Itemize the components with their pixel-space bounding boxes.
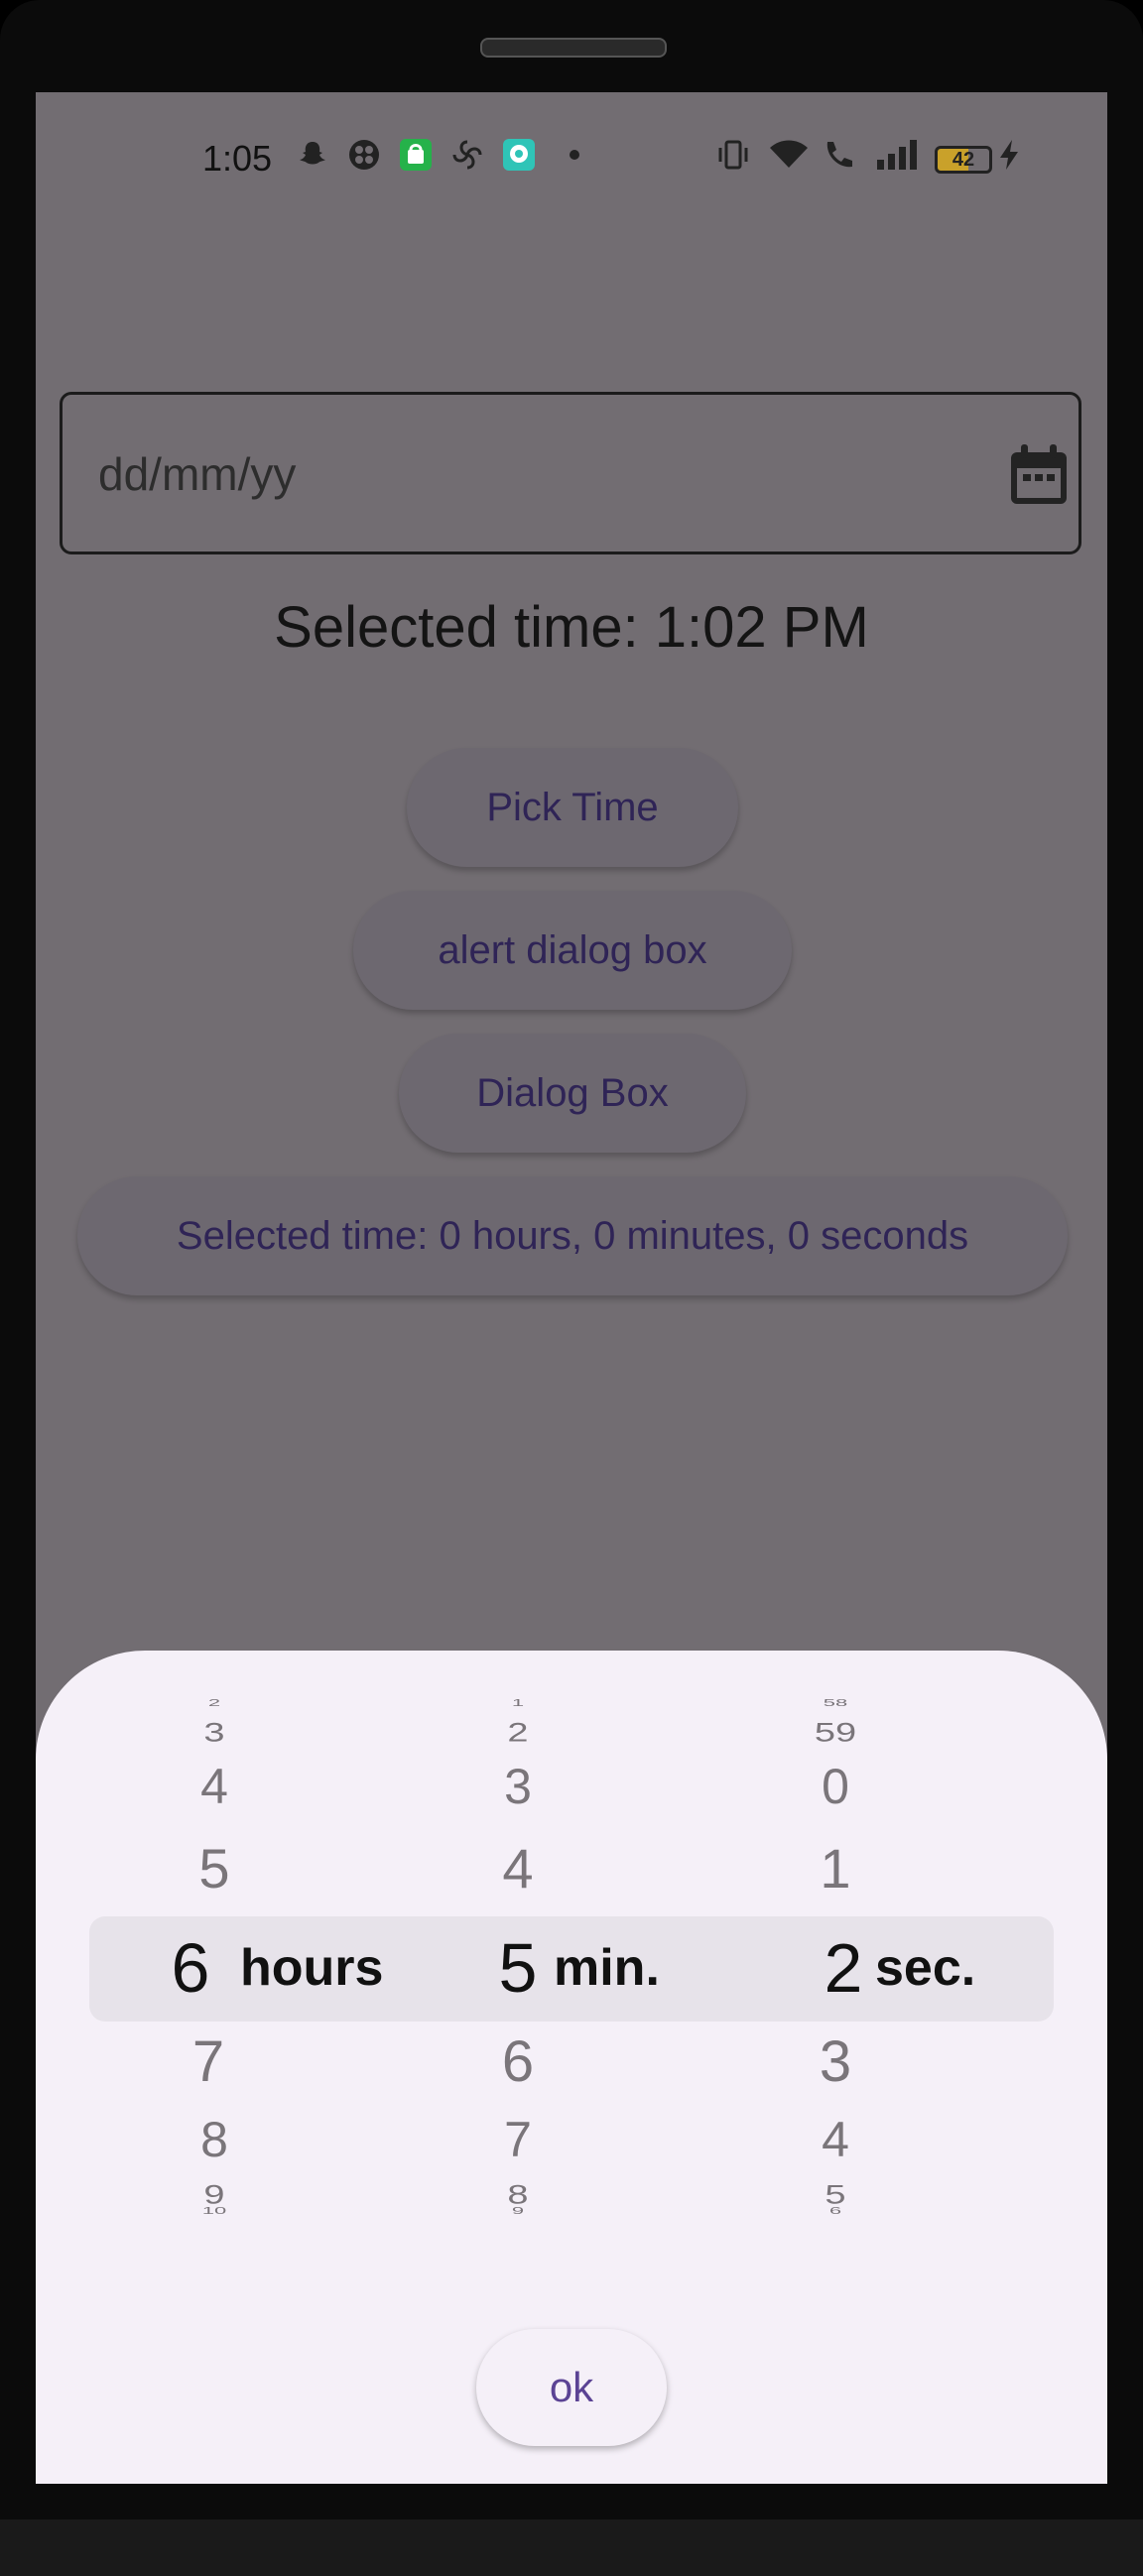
wheel-item[interactable]: 5 (65, 1836, 363, 1901)
battery-indicator: 42 (935, 146, 992, 174)
calendar-icon[interactable] (1009, 444, 1069, 506)
wheel-item[interactable]: 3 (65, 1718, 363, 1748)
screen: 1:05 42 Selected time: 1:02 PM (36, 92, 1107, 2484)
wheel-item[interactable]: 58 (687, 1697, 984, 1709)
hours-wheel[interactable]: 2 3 4 5 6 7 8 9 10 (65, 1651, 363, 2484)
dialog-box-button[interactable]: Dialog Box (399, 1034, 746, 1153)
chat-icon (503, 139, 535, 171)
date-input[interactable] (96, 438, 944, 510)
wheel-item[interactable]: 1 (369, 1697, 667, 1709)
wheel-item[interactable]: 9 (369, 2205, 667, 2217)
alert-dialog-button[interactable]: alert dialog box (353, 891, 792, 1010)
wheel-item[interactable]: 8 (65, 2111, 363, 2168)
app-icon (349, 140, 379, 170)
wheel-item[interactable]: 3 (369, 1758, 667, 1815)
wheel-item[interactable]: 0 (687, 1758, 984, 1815)
wheel-item[interactable]: 6 (687, 2205, 984, 2217)
pick-time-button[interactable]: Pick Time (407, 748, 738, 867)
wheel-item[interactable]: 7 (60, 2028, 357, 2095)
ok-button[interactable]: ok (476, 2329, 667, 2446)
wheel-item[interactable]: 59 (687, 1718, 984, 1748)
wheel-item[interactable]: 3 (687, 2028, 984, 2095)
wheel-item[interactable]: 4 (687, 2111, 984, 2168)
speaker-grille (480, 38, 667, 58)
phone-bottom-bezel (0, 2519, 1143, 2576)
seconds-unit-label: sec. (875, 1939, 976, 1997)
date-field[interactable] (60, 392, 1081, 554)
wheel-item[interactable]: 7 (369, 2111, 667, 2168)
wheel-item[interactable]: 10 (65, 2205, 363, 2217)
hours-unit-label: hours (240, 1939, 384, 1997)
dot-icon (570, 150, 579, 160)
wheel-item[interactable]: 4 (65, 1758, 363, 1815)
minutes-unit-label: min. (554, 1939, 660, 1997)
phone-frame: 1:05 42 Selected time: 1:02 PM (0, 0, 1143, 2576)
wheel-item[interactable]: 1 (687, 1836, 984, 1901)
shopping-icon (400, 139, 432, 171)
duration-button[interactable]: Selected time: 0 hours, 0 minutes, 0 sec… (77, 1176, 1068, 1295)
seconds-wheel[interactable]: 58 59 0 1 2 3 4 5 6 (687, 1651, 984, 2484)
selected-time-label: Selected time: 1:02 PM (274, 595, 869, 660)
signal-icon (877, 140, 917, 170)
call-icon (826, 142, 852, 168)
pinwheel-icon (452, 140, 482, 170)
wheel-item[interactable]: 2 (65, 1697, 363, 1709)
snapchat-icon (300, 142, 325, 165)
wheel-item[interactable]: 4 (369, 1836, 667, 1901)
wifi-icon (770, 140, 808, 168)
status-time: 1:05 (202, 138, 273, 179)
duration-picker-sheet: 2 3 4 5 6 7 8 9 10 hours 1 2 3 4 5 6 7 8 (36, 1651, 1107, 2484)
wheel-item[interactable]: 2 (369, 1718, 667, 1748)
vibrate-icon (718, 140, 748, 170)
charging-icon (1000, 140, 1018, 170)
wheel-item[interactable]: 6 (369, 2028, 667, 2095)
